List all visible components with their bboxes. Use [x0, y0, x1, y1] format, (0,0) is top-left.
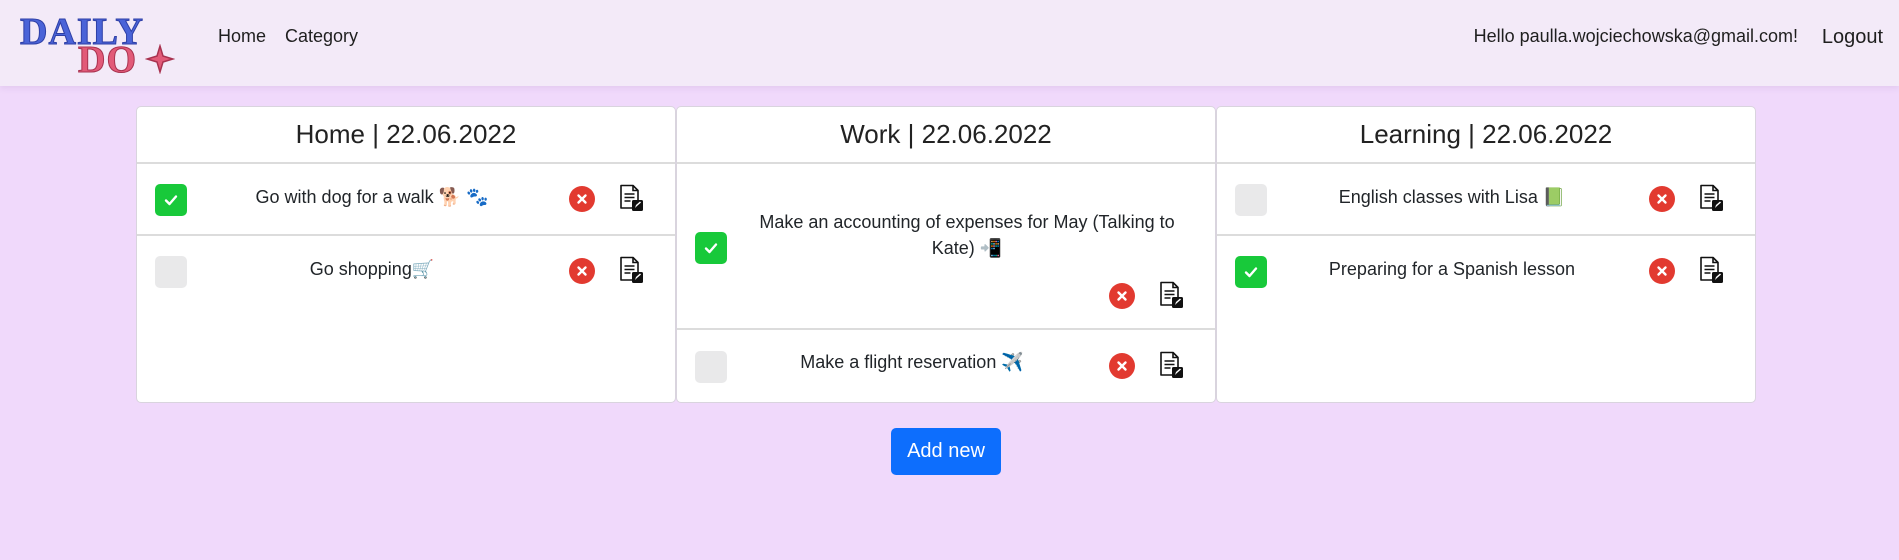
task-checkbox[interactable] — [1235, 256, 1267, 288]
task-text: Go with dog for a walk 🐕 🐾 — [255, 187, 489, 207]
check-icon — [1244, 267, 1258, 278]
task-text: English classes with Lisa 📗 — [1338, 187, 1566, 207]
task-text: Preparing for a Spanish lesson — [1328, 259, 1576, 279]
user-greeting: Hello paulla.wojciechowska@gmail.com! — [1473, 26, 1798, 46]
close-icon — [1657, 194, 1667, 204]
task-row: Go with dog for a walk 🐕 🐾 — [137, 164, 675, 236]
delete-task-button[interactable] — [1649, 186, 1675, 212]
task-board: Home | 22.06.2022 Go with dog for a walk… — [136, 106, 1756, 403]
task-text: Go shopping🛒 — [309, 259, 435, 279]
edit-document-icon[interactable] — [1158, 351, 1184, 379]
edit-document-icon[interactable] — [1698, 256, 1724, 284]
task-text: Make a flight reservation ✈️ — [800, 352, 1024, 373]
column-learning: Learning | 22.06.2022 English classes wi… — [1216, 106, 1756, 403]
delete-task-button[interactable] — [569, 258, 595, 284]
add-new-button[interactable]: Add new — [891, 428, 1001, 475]
star-icon — [145, 44, 175, 74]
close-icon — [1657, 266, 1667, 276]
delete-task-button[interactable] — [1109, 282, 1135, 309]
logo-text-do: DO — [78, 39, 137, 82]
column-title: Work | 22.06.2022 — [677, 107, 1215, 164]
task-checkbox[interactable] — [695, 231, 727, 264]
close-icon — [1117, 290, 1127, 301]
edit-document-icon[interactable] — [1698, 184, 1724, 212]
task-row: Make an accounting of expenses for May (… — [677, 164, 1215, 331]
column-title: Home | 22.06.2022 — [137, 107, 675, 164]
close-icon — [1117, 361, 1127, 372]
logout-link[interactable]: Logout — [1822, 26, 1883, 49]
task-row: Go shopping🛒 — [137, 236, 675, 308]
task-row: English classes with Lisa 📗 — [1217, 164, 1755, 236]
delete-task-button[interactable] — [1109, 353, 1135, 380]
column-title: Learning | 22.06.2022 — [1217, 107, 1755, 164]
column-work: Work | 22.06.2022 Make an accounting of … — [676, 106, 1216, 403]
task-text: Make an accounting of expenses for May (… — [759, 211, 1175, 258]
delete-task-button[interactable] — [569, 186, 595, 212]
column-home: Home | 22.06.2022 Go with dog for a walk… — [136, 106, 676, 403]
task-checkbox[interactable] — [155, 256, 187, 288]
task-row: Preparing for a Spanish lesson — [1217, 236, 1755, 308]
edit-document-icon[interactable] — [1158, 281, 1184, 309]
delete-task-button[interactable] — [1649, 258, 1675, 284]
task-checkbox[interactable] — [155, 184, 187, 216]
nav-home-link[interactable]: Home — [218, 26, 266, 47]
edit-document-icon[interactable] — [618, 256, 644, 284]
task-checkbox[interactable] — [695, 351, 727, 384]
check-icon — [164, 195, 178, 206]
nav-category-link[interactable]: Category — [285, 26, 358, 47]
close-icon — [577, 194, 587, 204]
close-icon — [577, 266, 587, 276]
check-icon — [704, 242, 718, 253]
logo[interactable]: DAILY DO — [20, 10, 175, 82]
edit-document-icon[interactable] — [618, 184, 644, 212]
task-checkbox[interactable] — [1235, 184, 1267, 216]
task-row: Make a flight reservation ✈️ — [677, 330, 1215, 402]
navbar: DAILY DO Home Category Hello paulla.wojc… — [0, 0, 1899, 86]
